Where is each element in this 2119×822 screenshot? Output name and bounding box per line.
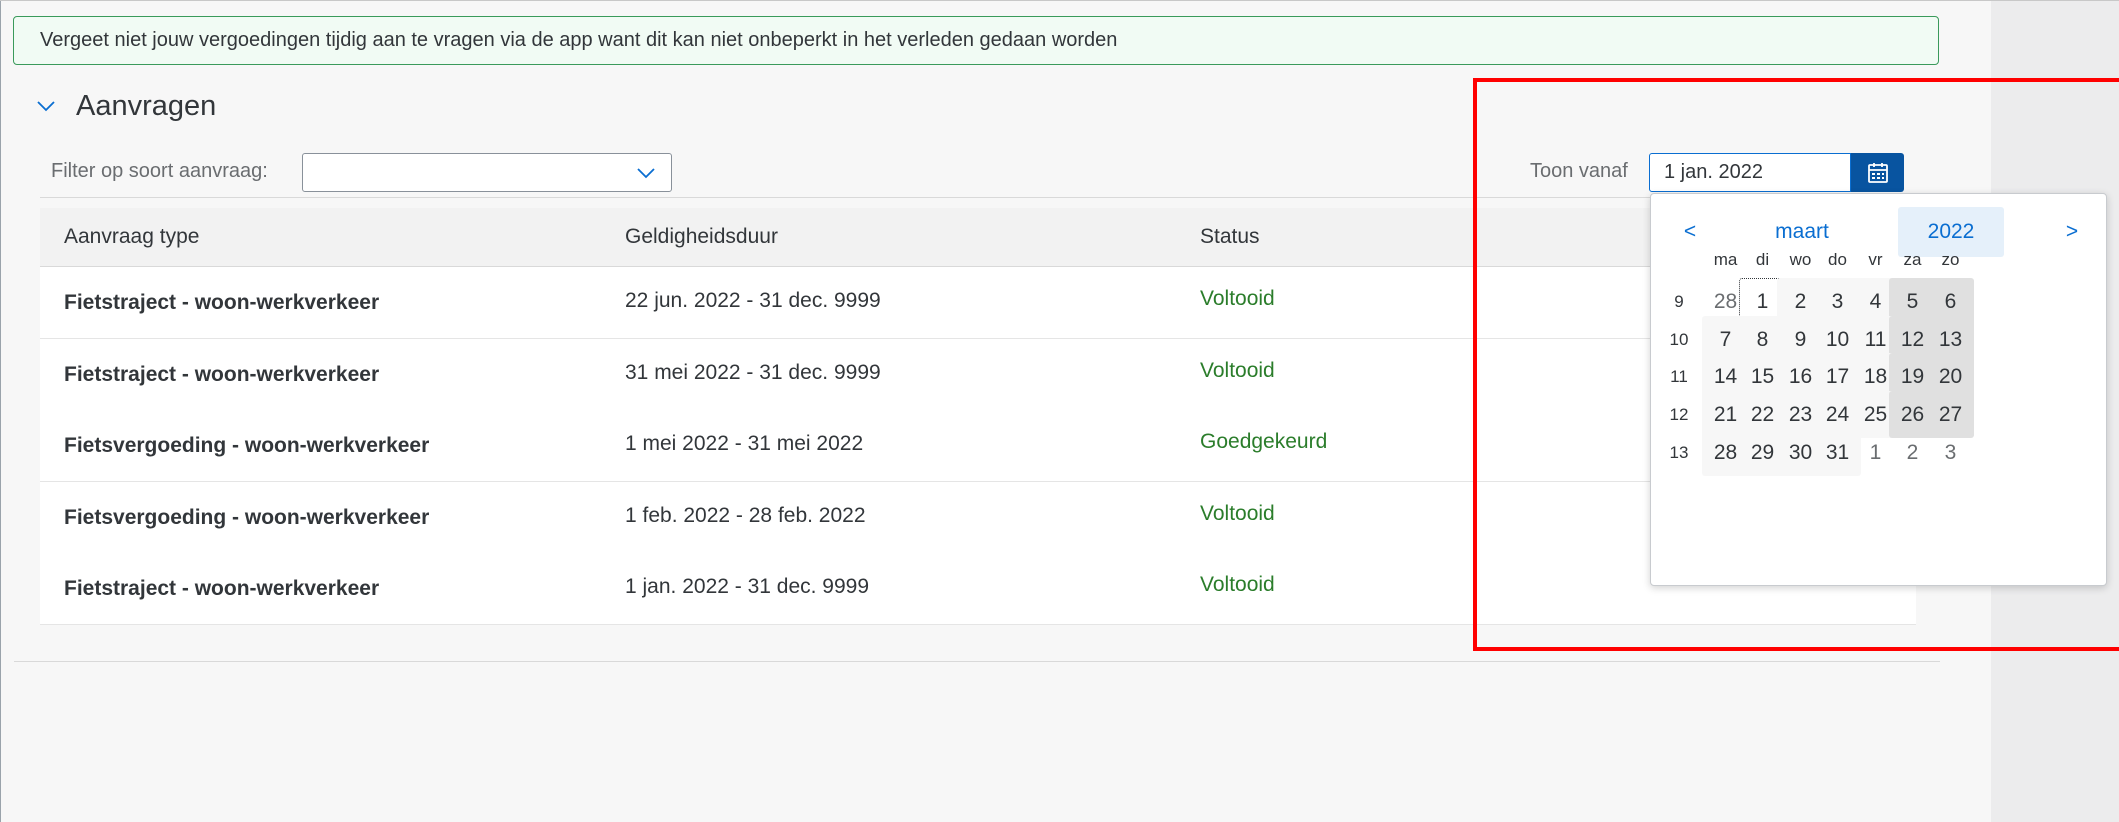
filter-select[interactable] <box>302 153 672 192</box>
cell-type: Fietsvergoeding - woon-werkverkeer <box>64 506 430 529</box>
filter-label: Filter op soort aanvraag: <box>51 160 268 182</box>
cell-type: Fietstraject - woon-werkverkeer <box>64 577 380 600</box>
section-header[interactable]: Aanvragen <box>34 84 216 128</box>
cell-status: Voltooid <box>1200 359 1275 382</box>
cell-type: Fietstraject - woon-werkverkeer <box>64 363 380 386</box>
cell-period: 1 feb. 2022 - 28 feb. 2022 <box>625 504 866 527</box>
cell-type: Fietsvergoeding - woon-werkverkeer <box>64 434 430 457</box>
top-divider <box>0 0 2119 1</box>
cell-period: 31 mei 2022 - 31 dec. 9999 <box>625 361 881 384</box>
section-divider <box>14 661 1940 662</box>
notice-banner: Vergeet niet jouw vergoedingen tijdig aa… <box>13 16 1939 65</box>
next-month-button[interactable]: > <box>2051 207 2093 257</box>
calendar-popover: < maart 2022 > ma di wo do vr za zo 9 28 1 2 3 4 5 6 10… <box>1650 193 2107 586</box>
chevron-down-icon[interactable] <box>34 94 58 118</box>
column-header-type[interactable]: Aanvraag type <box>64 225 199 249</box>
cell-status: Voltooid <box>1200 287 1275 310</box>
weekday-label-zo: zo <box>1941 250 1960 269</box>
cell-period: 1 jan. 2022 - 31 dec. 9999 <box>625 575 870 598</box>
app-root: Vergeet niet jouw vergoedingen tijdig aa… <box>0 0 2119 822</box>
cell-status: Goedgekeurd <box>1200 430 1328 453</box>
column-header-status[interactable]: Status <box>1200 225 1260 249</box>
notice-text: Vergeet niet jouw vergoedingen tijdig aa… <box>40 29 1118 51</box>
cell-period: 1 mei 2022 - 31 mei 2022 <box>625 432 864 455</box>
left-border <box>0 0 1 822</box>
chevron-left-icon: < <box>1683 220 1697 243</box>
cell-status: Voltooid <box>1200 502 1275 525</box>
cell-status: Voltooid <box>1200 573 1275 596</box>
column-header-period[interactable]: Geldigheidsduur <box>625 225 778 249</box>
cell-period: 22 jun. 2022 - 31 dec. 9999 <box>625 289 881 312</box>
chevron-down-icon[interactable] <box>635 162 657 184</box>
cell-type: Fietstraject - woon-werkverkeer <box>64 291 380 314</box>
chevron-right-icon: > <box>2065 220 2079 243</box>
calendar-day[interactable]: 3 <box>1927 429 1974 476</box>
section-title: Aanvragen <box>76 89 217 122</box>
week-number: 13 <box>1669 442 1689 462</box>
